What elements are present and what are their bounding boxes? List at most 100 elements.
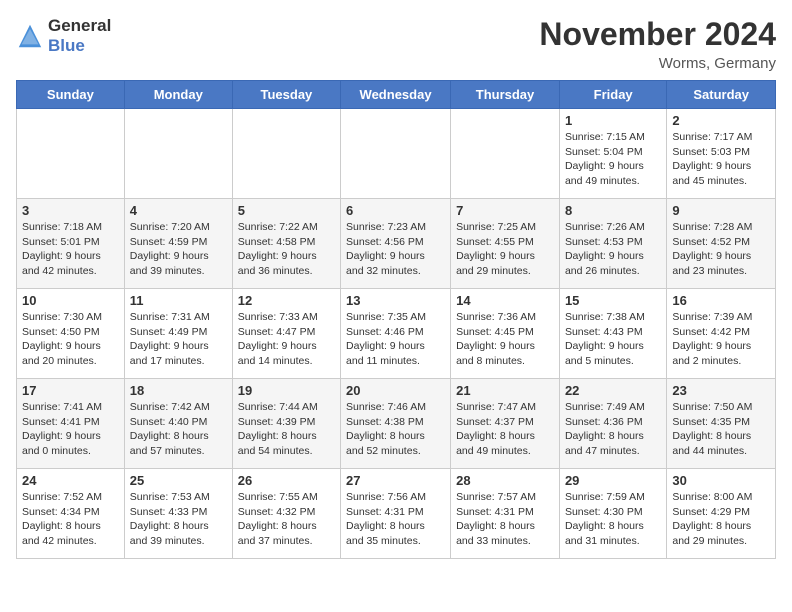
day-number: 16 xyxy=(672,293,770,308)
calendar-cell: 28 Sunrise: 7:57 AM Sunset: 4:31 PM Dayli… xyxy=(451,469,560,559)
day-info: Sunrise: 7:17 AM Sunset: 5:03 PM Dayligh… xyxy=(672,130,770,189)
calendar-cell xyxy=(17,109,125,199)
week-row-1: 3Sunrise: 7:18 AM Sunset: 5:01 PM Daylig… xyxy=(17,199,776,289)
calendar-cell xyxy=(124,109,232,199)
calendar-cell: 16 Sunrise: 7:39 AM Sunset: 4:42 PM Dayli… xyxy=(667,289,776,379)
calendar-cell xyxy=(232,109,340,199)
calendar-cell: 5 Sunrise: 7:22 AM Sunset: 4:58 PM Daylig… xyxy=(232,199,340,289)
day-number: 17 xyxy=(22,383,119,398)
calendar-cell: 4 Sunrise: 7:20 AM Sunset: 4:59 PM Daylig… xyxy=(124,199,232,289)
day-info: Sunrise: 7:15 AM Sunset: 5:04 PM Dayligh… xyxy=(565,130,661,189)
calendar-cell: 19 Sunrise: 7:44 AM Sunset: 4:39 PM Dayli… xyxy=(232,379,340,469)
calendar-cell xyxy=(341,109,451,199)
day-number: 8 xyxy=(565,203,661,218)
calendar-cell: 2 Sunrise: 7:17 AM Sunset: 5:03 PM Daylig… xyxy=(667,109,776,199)
day-info: Sunrise: 7:38 AM Sunset: 4:43 PM Dayligh… xyxy=(565,310,661,369)
weekday-header-thursday: Thursday xyxy=(451,81,560,109)
day-number: 9 xyxy=(672,203,770,218)
day-info: Sunrise: 7:28 AM Sunset: 4:52 PM Dayligh… xyxy=(672,220,770,279)
day-info: Sunrise: 7:46 AM Sunset: 4:38 PM Dayligh… xyxy=(346,400,445,459)
day-info: Sunrise: 7:26 AM Sunset: 4:53 PM Dayligh… xyxy=(565,220,661,279)
calendar-cell: 10 Sunrise: 7:30 AM Sunset: 4:50 PM Dayli… xyxy=(17,289,125,379)
location-subtitle: Worms, Germany xyxy=(539,55,776,72)
day-number: 13 xyxy=(346,293,445,308)
day-info: Sunrise: 7:56 AM Sunset: 4:31 PM Dayligh… xyxy=(346,490,445,549)
logo-blue: Blue xyxy=(48,36,111,56)
day-number: 23 xyxy=(672,383,770,398)
calendar-cell: 17 Sunrise: 7:41 AM Sunset: 4:41 PM Dayli… xyxy=(17,379,125,469)
calendar-cell: 11 Sunrise: 7:31 AM Sunset: 4:49 PM Dayli… xyxy=(124,289,232,379)
calendar-cell: 6Sunrise: 7:23 AM Sunset: 4:56 PM Daylig… xyxy=(341,199,451,289)
calendar-cell: 30Sunrise: 8:00 AM Sunset: 4:29 PM Dayli… xyxy=(667,469,776,559)
calendar-cell: 29 Sunrise: 7:59 AM Sunset: 4:30 PM Dayli… xyxy=(559,469,666,559)
month-title: November 2024 xyxy=(539,16,776,53)
day-number: 18 xyxy=(130,383,227,398)
calendar-cell xyxy=(451,109,560,199)
day-info: Sunrise: 7:23 AM Sunset: 4:56 PM Dayligh… xyxy=(346,220,445,279)
day-number: 20 xyxy=(346,383,445,398)
calendar-table: SundayMondayTuesdayWednesdayThursdayFrid… xyxy=(16,80,776,559)
calendar-cell: 13 Sunrise: 7:35 AM Sunset: 4:46 PM Dayli… xyxy=(341,289,451,379)
calendar-cell: 27 Sunrise: 7:56 AM Sunset: 4:31 PM Dayli… xyxy=(341,469,451,559)
day-info: Sunrise: 7:47 AM Sunset: 4:37 PM Dayligh… xyxy=(456,400,554,459)
day-info: Sunrise: 8:00 AM Sunset: 4:29 PM Dayligh… xyxy=(672,490,770,549)
day-number: 12 xyxy=(238,293,335,308)
weekday-header-friday: Friday xyxy=(559,81,666,109)
calendar-cell: 20 Sunrise: 7:46 AM Sunset: 4:38 PM Dayli… xyxy=(341,379,451,469)
calendar-cell: 21 Sunrise: 7:47 AM Sunset: 4:37 PM Dayli… xyxy=(451,379,560,469)
calendar-cell: 8 Sunrise: 7:26 AM Sunset: 4:53 PM Daylig… xyxy=(559,199,666,289)
calendar-cell: 12 Sunrise: 7:33 AM Sunset: 4:47 PM Dayli… xyxy=(232,289,340,379)
day-number: 22 xyxy=(565,383,661,398)
day-number: 19 xyxy=(238,383,335,398)
header: General Blue November 2024 Worms, German… xyxy=(16,16,776,72)
day-number: 2 xyxy=(672,113,770,128)
day-info: Sunrise: 7:55 AM Sunset: 4:32 PM Dayligh… xyxy=(238,490,335,549)
calendar-cell: 14 Sunrise: 7:36 AM Sunset: 4:45 PM Dayli… xyxy=(451,289,560,379)
day-info: Sunrise: 7:30 AM Sunset: 4:50 PM Dayligh… xyxy=(22,310,119,369)
weekday-header-saturday: Saturday xyxy=(667,81,776,109)
day-info: Sunrise: 7:41 AM Sunset: 4:41 PM Dayligh… xyxy=(22,400,119,459)
day-number: 24 xyxy=(22,473,119,488)
calendar-cell: 22 Sunrise: 7:49 AM Sunset: 4:36 PM Dayli… xyxy=(559,379,666,469)
calendar-cell: 1 Sunrise: 7:15 AM Sunset: 5:04 PM Daylig… xyxy=(559,109,666,199)
week-row-2: 10 Sunrise: 7:30 AM Sunset: 4:50 PM Dayli… xyxy=(17,289,776,379)
day-number: 7 xyxy=(456,203,554,218)
day-number: 26 xyxy=(238,473,335,488)
day-info: Sunrise: 7:33 AM Sunset: 4:47 PM Dayligh… xyxy=(238,310,335,369)
day-info: Sunrise: 7:49 AM Sunset: 4:36 PM Dayligh… xyxy=(565,400,661,459)
day-number: 28 xyxy=(456,473,554,488)
day-number: 10 xyxy=(22,293,119,308)
day-info: Sunrise: 7:39 AM Sunset: 4:42 PM Dayligh… xyxy=(672,310,770,369)
day-info: Sunrise: 7:36 AM Sunset: 4:45 PM Dayligh… xyxy=(456,310,554,369)
week-row-3: 17 Sunrise: 7:41 AM Sunset: 4:41 PM Dayli… xyxy=(17,379,776,469)
day-info: Sunrise: 7:59 AM Sunset: 4:30 PM Dayligh… xyxy=(565,490,661,549)
day-number: 5 xyxy=(238,203,335,218)
weekday-header-wednesday: Wednesday xyxy=(341,81,451,109)
day-info: Sunrise: 7:18 AM Sunset: 5:01 PM Dayligh… xyxy=(22,220,119,279)
day-info: Sunrise: 7:50 AM Sunset: 4:35 PM Dayligh… xyxy=(672,400,770,459)
day-number: 1 xyxy=(565,113,661,128)
week-row-4: 24Sunrise: 7:52 AM Sunset: 4:34 PM Dayli… xyxy=(17,469,776,559)
calendar-cell: 23 Sunrise: 7:50 AM Sunset: 4:35 PM Dayli… xyxy=(667,379,776,469)
day-number: 21 xyxy=(456,383,554,398)
day-number: 14 xyxy=(456,293,554,308)
day-info: Sunrise: 7:22 AM Sunset: 4:58 PM Dayligh… xyxy=(238,220,335,279)
calendar-cell: 7Sunrise: 7:25 AM Sunset: 4:55 PM Daylig… xyxy=(451,199,560,289)
calendar-cell: 26 Sunrise: 7:55 AM Sunset: 4:32 PM Dayli… xyxy=(232,469,340,559)
title-section: November 2024 Worms, Germany xyxy=(539,16,776,72)
weekday-header-monday: Monday xyxy=(124,81,232,109)
day-info: Sunrise: 7:35 AM Sunset: 4:46 PM Dayligh… xyxy=(346,310,445,369)
day-info: Sunrise: 7:20 AM Sunset: 4:59 PM Dayligh… xyxy=(130,220,227,279)
day-info: Sunrise: 7:57 AM Sunset: 4:31 PM Dayligh… xyxy=(456,490,554,549)
day-number: 11 xyxy=(130,293,227,308)
logo-icon xyxy=(16,22,44,50)
day-info: Sunrise: 7:42 AM Sunset: 4:40 PM Dayligh… xyxy=(130,400,227,459)
logo: General Blue xyxy=(16,16,111,56)
week-row-0: 1 Sunrise: 7:15 AM Sunset: 5:04 PM Daylig… xyxy=(17,109,776,199)
calendar-cell: 18 Sunrise: 7:42 AM Sunset: 4:40 PM Dayli… xyxy=(124,379,232,469)
day-number: 27 xyxy=(346,473,445,488)
day-number: 4 xyxy=(130,203,227,218)
day-info: Sunrise: 7:44 AM Sunset: 4:39 PM Dayligh… xyxy=(238,400,335,459)
day-info: Sunrise: 7:31 AM Sunset: 4:49 PM Dayligh… xyxy=(130,310,227,369)
day-number: 29 xyxy=(565,473,661,488)
